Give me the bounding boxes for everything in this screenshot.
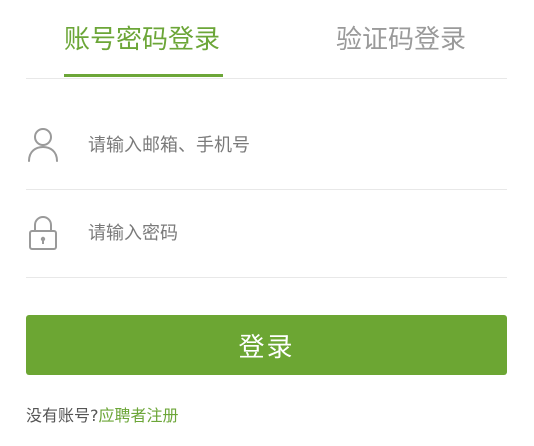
tab-password-login[interactable]: 账号密码登录 [64, 20, 220, 60]
active-tab-indicator [64, 74, 223, 77]
account-input[interactable] [88, 125, 488, 165]
login-tabs: 账号密码登录 验证码登录 [26, 0, 507, 79]
tab-code-login[interactable]: 验证码登录 [336, 20, 466, 60]
password-field [26, 189, 507, 278]
login-button[interactable]: 登录 [26, 315, 507, 375]
account-field [26, 101, 507, 190]
user-icon [26, 125, 60, 165]
register-link[interactable]: 应聘者注册 [99, 406, 179, 425]
register-prompt: 没有账号? [26, 406, 99, 425]
lock-icon [26, 213, 60, 253]
password-input[interactable] [88, 213, 488, 253]
register-row: 没有账号?应聘者注册 [26, 404, 179, 428]
